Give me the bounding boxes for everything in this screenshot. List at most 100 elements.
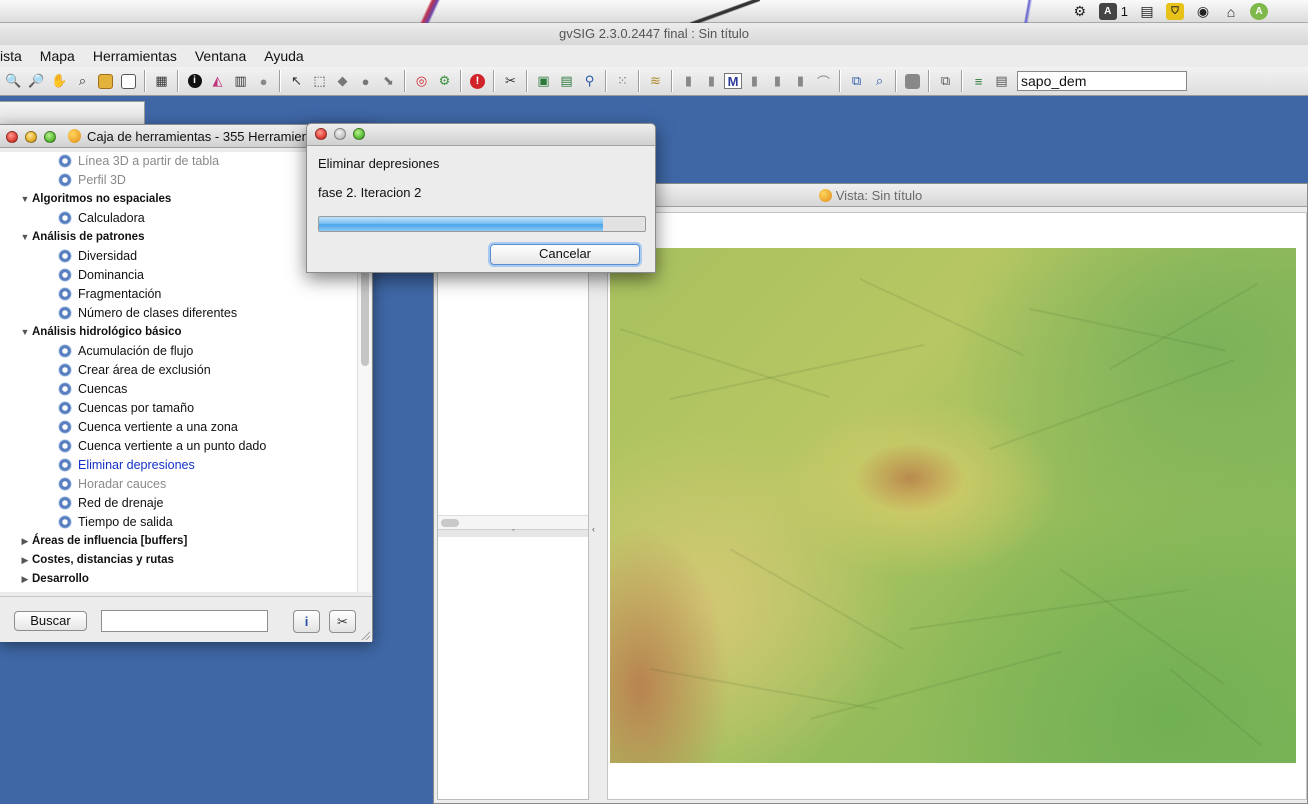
layer-settings-icon[interactable]: ▤	[991, 71, 1012, 92]
zoom-icon[interactable]	[353, 128, 365, 140]
measure-area-icon[interactable]: ◭	[207, 71, 228, 92]
tree-algorithm[interactable]: Fragmentación	[58, 285, 161, 304]
menu-vista[interactable]: ista	[0, 48, 31, 64]
close-icon[interactable]	[6, 131, 18, 143]
grid-icon[interactable]: ⁙	[612, 71, 633, 92]
tree-category[interactable]: ▶Estadísticas de celda para múltiples ca…	[18, 589, 300, 592]
tree-algorithm[interactable]: Horadar cauces	[58, 475, 166, 494]
collapsed-triangle-icon[interactable]: ▶	[18, 589, 32, 592]
add-layer-icon[interactable]: ▣	[533, 71, 554, 92]
stop-edit-icon[interactable]	[902, 71, 923, 92]
info-icon[interactable]: i	[184, 71, 205, 92]
tree-algorithm[interactable]: Acumulación de flujo	[58, 342, 193, 361]
collapsed-triangle-icon[interactable]: ▶	[18, 532, 32, 551]
split-pane-divider[interactable]: ‹	[590, 212, 604, 800]
algorithm-tree[interactable]: Línea 3D a partir de tabla Perfil 3D ▼ Algo…	[0, 152, 357, 592]
layer-combo[interactable]: sapo_dem	[1017, 71, 1187, 91]
search-button[interactable]: Buscar	[14, 611, 87, 631]
tree-algorithm[interactable]: Tiempo de salida	[58, 513, 173, 532]
tree-category[interactable]: ▼ Análisis hidrológico básico	[18, 323, 182, 342]
raster-icon[interactable]: ≋	[645, 71, 666, 92]
layers-icon[interactable]: ≡	[968, 71, 989, 92]
tree-category[interactable]: ▶ Costes, distancias y rutas	[18, 551, 174, 570]
new-layer-icon[interactable]: ▤	[556, 71, 577, 92]
dem-map-raster[interactable]	[610, 248, 1296, 763]
tree-algorithm[interactable]: Perfil 3D	[58, 171, 126, 190]
bank-icon[interactable]: ⌂	[1222, 3, 1240, 20]
search-input[interactable]	[101, 610, 268, 632]
sync-icon[interactable]: ⚙	[1071, 3, 1089, 20]
minimize-icon[interactable]	[25, 131, 37, 143]
find-icon[interactable]: ⌕	[869, 71, 890, 92]
collapsed-triangle-icon[interactable]: ▶	[18, 551, 32, 570]
toc-horizontal-scrollbar[interactable]	[438, 515, 588, 529]
edit-tool-6-icon[interactable]: ⌒	[813, 71, 834, 92]
tree-category[interactable]: ▼ Análisis de patrones	[18, 228, 145, 247]
cancel-button[interactable]: Cancelar	[490, 244, 640, 265]
tree-algorithm[interactable]: Eliminar depresiones	[58, 456, 195, 475]
collapsed-triangle-icon[interactable]: ▶	[18, 570, 32, 589]
map-frame[interactable]	[607, 212, 1307, 800]
menu-ventana[interactable]: Ventana	[186, 48, 255, 64]
tools-button[interactable]: ✂	[329, 610, 356, 633]
tree-algorithm[interactable]: Dominancia	[58, 266, 144, 285]
security-icon[interactable]: ⛉	[1166, 3, 1184, 20]
pan-icon[interactable]: ✋	[49, 71, 70, 92]
stop-icon[interactable]: !	[467, 71, 488, 92]
info-button[interactable]: i	[293, 610, 320, 633]
menu-ayuda[interactable]: Ayuda	[255, 48, 312, 64]
tree-algorithm[interactable]: Red de drenaje	[58, 494, 163, 513]
edit-tool-2-icon[interactable]: ▮	[701, 71, 722, 92]
edit-tool-4-icon[interactable]: ▮	[767, 71, 788, 92]
divider-arrow-icon[interactable]: ˆ	[512, 528, 515, 538]
tree-algorithm[interactable]: Crear área de exclusión	[58, 361, 211, 380]
tree-algorithm[interactable]: Cuenca vertiente a una zona	[58, 418, 238, 437]
tree-algorithm[interactable]: Número de clases diferentes	[58, 304, 237, 323]
edit-tool-5-icon[interactable]: ▮	[790, 71, 811, 92]
adobe-icon[interactable]: A	[1098, 3, 1117, 20]
hyperlink-icon[interactable]: ●	[253, 71, 274, 92]
select-polygon-icon[interactable]: ◆	[332, 71, 353, 92]
table-of-contents[interactable]: ˆ	[437, 212, 589, 800]
dialog-titlebar[interactable]	[307, 124, 655, 146]
measure-distance-icon[interactable]: ▥	[230, 71, 251, 92]
clipboard-icon[interactable]: ▤	[1138, 3, 1156, 20]
background-window[interactable]	[0, 101, 145, 126]
user-badge-icon[interactable]: A	[1250, 3, 1268, 20]
zoom-icon[interactable]	[44, 131, 56, 143]
expanded-triangle-icon[interactable]: ▼	[18, 323, 32, 342]
copy-icon[interactable]: ⧉	[846, 71, 867, 92]
tree-algorithm[interactable]: Cuenca vertiente a un punto dado	[58, 437, 266, 456]
toolbox-icon[interactable]: ✂	[500, 71, 521, 92]
pages-icon[interactable]: ⧉	[935, 71, 956, 92]
tree-algorithm[interactable]: Diversidad	[58, 247, 137, 266]
tree-category[interactable]: ▶ Áreas de influencia [buffers]	[18, 532, 188, 551]
select-buffer-icon[interactable]: ⬊	[378, 71, 399, 92]
select-icon[interactable]: ↖	[286, 71, 307, 92]
settings-icon[interactable]: ⚙	[434, 71, 455, 92]
refresh-icon[interactable]: ◉	[1194, 3, 1212, 20]
zoom-layer-icon[interactable]	[95, 71, 116, 92]
tree-category[interactable]: ▶ Desarrollo	[18, 570, 89, 589]
resize-grip-icon[interactable]	[360, 630, 370, 640]
zoom-previous-icon[interactable]: ⌕	[72, 71, 93, 92]
tree-algorithm[interactable]: Línea 3D a partir de tabla	[58, 152, 219, 171]
locator-icon[interactable]: ▦	[151, 71, 172, 92]
target-icon[interactable]: ◎	[411, 71, 432, 92]
split-arrow-icon[interactable]: ‹	[592, 524, 595, 534]
tree-category[interactable]: ▼ Algoritmos no espaciales	[18, 190, 172, 209]
zoom-in-icon[interactable]: 🔍	[3, 71, 24, 92]
georef-icon[interactable]: ⚲	[579, 71, 600, 92]
tree-algorithm[interactable]: Cuencas por tamaño	[58, 399, 194, 418]
select-circle-icon[interactable]: ●	[355, 71, 376, 92]
edit-tool-3-icon[interactable]: ▮	[744, 71, 765, 92]
close-icon[interactable]	[315, 128, 327, 140]
zoom-out-icon[interactable]: 🔎	[26, 71, 47, 92]
expanded-triangle-icon[interactable]: ▼	[18, 228, 32, 247]
tree-algorithm[interactable]: Cuencas	[58, 380, 127, 399]
edit-m-icon[interactable]: M	[724, 73, 742, 89]
menu-herramientas[interactable]: Herramientas	[84, 48, 186, 64]
expanded-triangle-icon[interactable]: ▼	[18, 190, 32, 209]
select-rect-icon[interactable]: ⬚	[309, 71, 330, 92]
minimize-icon[interactable]	[334, 128, 346, 140]
